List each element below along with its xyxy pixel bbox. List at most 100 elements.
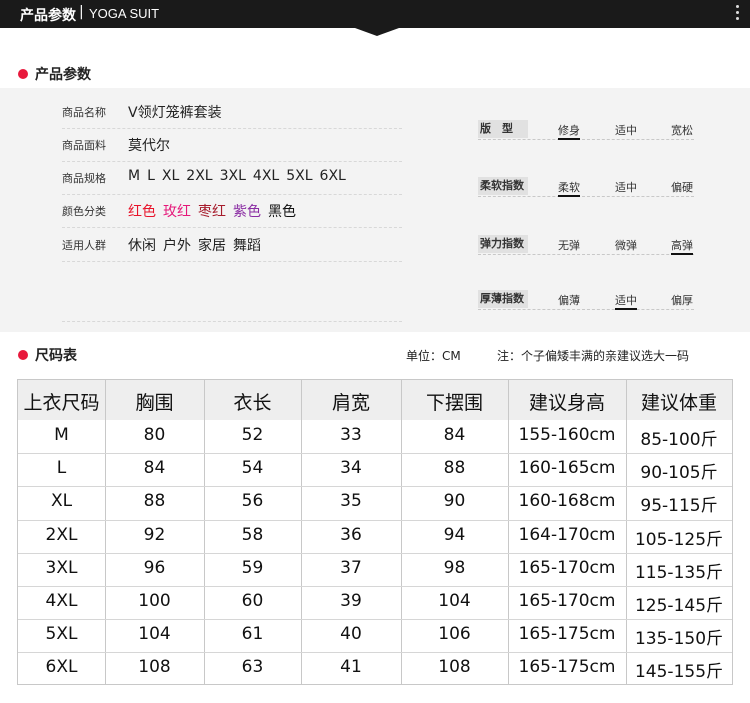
- more-icon: [730, 2, 744, 23]
- size-section-label: 尺码表: [35, 348, 77, 364]
- spec-option: 偏薄: [558, 294, 580, 307]
- param-value-item: 玫红: [163, 204, 191, 220]
- table-cell: 98: [443, 557, 466, 578]
- row-divider: [18, 586, 732, 587]
- table-cell: 63: [241, 657, 264, 678]
- table-cell: 90-105斤: [640, 463, 718, 484]
- table-cell: 92: [143, 524, 166, 545]
- table-cell: 90: [443, 491, 466, 512]
- table-header-cell: 上衣尺码: [23, 392, 100, 414]
- param-value-item: 2XL: [186, 168, 213, 184]
- table-cell: 80: [143, 425, 166, 445]
- param-value: 休闲 户外 家居 舞蹈: [128, 235, 268, 255]
- param-value-item: 4XL: [252, 168, 280, 184]
- header-title: 产品参数: [20, 8, 76, 24]
- table-cell: 52: [241, 425, 264, 445]
- param-value-item: 紫色: [233, 204, 261, 220]
- table-cell: 94: [443, 524, 466, 545]
- table-cell: 145-155斤: [634, 662, 724, 683]
- table-cell: 84: [443, 425, 466, 445]
- param-row: 颜色分类 红色 玫红 枣红 紫色 黑色: [62, 194, 402, 228]
- header-bar: 产品参数 | YOGA SUIT: [0, 0, 750, 28]
- table-cell: 2XL: [45, 524, 78, 545]
- table-cell: 165-170cm: [518, 557, 616, 578]
- table-cell: XL: [50, 491, 73, 512]
- table-cell: 58: [241, 524, 264, 545]
- spec-option: 高弹: [671, 237, 693, 255]
- table-cell: 95-115斤: [640, 496, 718, 517]
- spec-option: 微弹: [615, 239, 637, 252]
- header-notch: [355, 28, 399, 36]
- row-divider: [18, 552, 732, 554]
- param-value-item: 5XL: [286, 168, 313, 184]
- table-cell: 96: [143, 557, 166, 578]
- table-cell: 125-145斤: [634, 596, 724, 616]
- table-cell: 60: [241, 591, 264, 611]
- table-cell: 160-168cm: [518, 491, 616, 512]
- spec-name: 柔软指数: [478, 177, 528, 195]
- param-value-item: 黑色: [268, 204, 296, 220]
- param-label: 商品面料: [62, 139, 106, 152]
- param-value-item: 家居: [198, 238, 226, 254]
- table-cell: 104: [438, 591, 471, 611]
- table-header-cell: 建议体重: [640, 392, 717, 414]
- row-divider: [18, 519, 732, 521]
- table-cell: 84: [143, 458, 166, 479]
- table-cell: 164-170cm: [518, 524, 616, 545]
- table-cell: 165-175cm: [518, 624, 616, 645]
- spec-row: 柔软指数 柔软 适中 偏硬: [478, 175, 694, 197]
- bullet-icon: [18, 350, 28, 360]
- table-header-cell: 建议身高: [528, 392, 605, 414]
- param-label: 颜色分类: [62, 205, 106, 218]
- table-cell: 104: [138, 624, 171, 645]
- table-cell: 54: [241, 458, 264, 479]
- table-cell: 3XL: [45, 557, 78, 578]
- bullet-icon: [18, 69, 28, 79]
- header-separator: |: [79, 4, 84, 20]
- param-row: 商品面料 莫代尔: [62, 128, 402, 162]
- param-row: 商品规格 M L XL 2XL 3XL 4XL 5XL 6XL: [62, 161, 402, 195]
- table-cell: 105-125斤: [634, 529, 724, 550]
- params-panel: 商品名称 V领灯笼裤套装 商品面料 莫代尔 商品规格 M L XL 2XL 3XL 4XL 5XL 6X…: [0, 88, 750, 332]
- spec-row: 版 型 修身 适中 宽松: [478, 118, 694, 140]
- table-cell: 88: [143, 491, 166, 512]
- table-cell: 165-175cm: [518, 657, 616, 678]
- param-value-item: 户外: [163, 238, 191, 254]
- table-cell: 37: [340, 557, 362, 578]
- table-cell: 39: [340, 591, 362, 611]
- table-cell: 4XL: [45, 591, 78, 611]
- param-value: M L XL 2XL 3XL 4XL 5XL 6XL: [128, 168, 353, 184]
- table-header-cell: 下摆围: [425, 392, 483, 414]
- spec-name: 版 型: [478, 120, 528, 138]
- table-header-cell: 肩宽: [331, 392, 370, 414]
- param-value-item: 休闲: [128, 238, 156, 254]
- table-cell: 106: [438, 624, 471, 645]
- size-table: 上衣尺码 胸围 衣长 肩宽 下摆围 建议身高 建议体重 M 80 52 33 84 155-160cm 8…: [17, 379, 733, 685]
- param-row: 适用人群 休闲 户外 家居 舞蹈: [62, 228, 402, 262]
- table-cell: L: [56, 458, 67, 479]
- param-row: 商品名称 V领灯笼裤套装: [62, 95, 402, 129]
- table-cell: 135-150斤: [634, 629, 724, 650]
- table-cell: 108: [438, 657, 471, 678]
- spec-row: 弹力指数 无弹 微弹 高弹: [478, 233, 694, 255]
- param-label: 商品名称: [62, 106, 106, 119]
- param-value-item: 红色: [128, 204, 156, 220]
- param-value-item: L: [147, 168, 155, 184]
- param-value: V领灯笼裤套装: [128, 102, 229, 122]
- table-cell: 56: [241, 491, 264, 512]
- table-header-cell: 衣长: [233, 392, 272, 414]
- param-value-item: 莫代尔: [128, 138, 170, 154]
- spec-option: 适中: [615, 124, 637, 137]
- table-cell: 59: [241, 557, 264, 578]
- table-cell: 41: [340, 657, 362, 678]
- spec-option: 适中: [615, 181, 637, 194]
- spec-name: 弹力指数: [478, 235, 528, 253]
- header-subtitle: YOGA SUIT: [89, 6, 160, 21]
- table-cell: 34: [340, 458, 362, 479]
- table-cell: 33: [340, 425, 362, 445]
- table-cell: M: [54, 425, 69, 445]
- param-value-item: M: [128, 168, 141, 184]
- spec-option: 柔软: [558, 179, 580, 197]
- table-cell: 88: [443, 458, 466, 479]
- table-cell: 5XL: [45, 624, 78, 645]
